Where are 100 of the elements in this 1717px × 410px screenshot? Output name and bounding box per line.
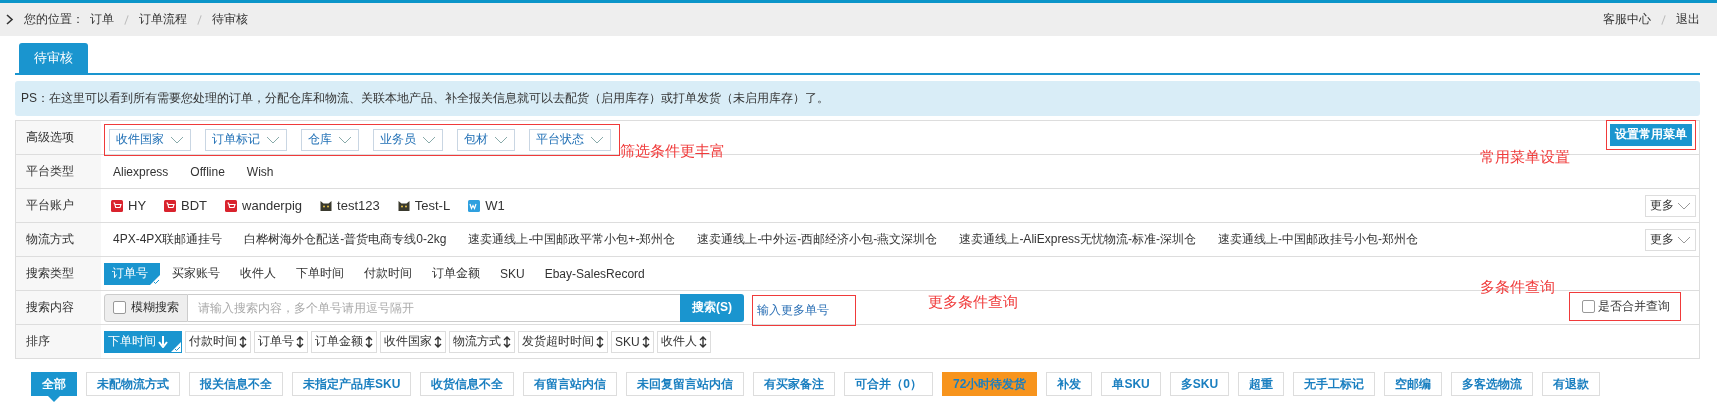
status-tab[interactable]: 补发 xyxy=(1046,372,1093,396)
top-link[interactable]: 退出 xyxy=(1676,11,1700,28)
account-option[interactable]: W1 xyxy=(461,198,512,213)
sort-option[interactable]: 收件国家 xyxy=(380,330,446,353)
check-corner-icon xyxy=(150,274,160,285)
row-label: 平台账户 xyxy=(16,189,101,222)
pointer-icon xyxy=(48,396,60,402)
more-numbers-link[interactable]: 输入更多单号 xyxy=(757,302,829,319)
sort-arrows-icon xyxy=(296,335,304,348)
search-type-option[interactable]: 下单时间 xyxy=(288,262,352,285)
search-type-option[interactable]: 买家账号 xyxy=(164,262,228,285)
arrow-down-icon xyxy=(158,335,168,348)
check-corner-icon xyxy=(171,341,181,352)
search-type-option[interactable]: 订单金额 xyxy=(424,262,488,285)
chevron-down-icon xyxy=(422,135,436,144)
sort-arrows-icon xyxy=(698,335,707,348)
platform-option[interactable]: Offline xyxy=(181,164,234,179)
account-option[interactable]: HY xyxy=(104,198,154,213)
sort-option[interactable]: 订单号 xyxy=(254,330,308,353)
account-option[interactable]: Test-L xyxy=(390,198,458,213)
filter-dropdown[interactable]: 业务员 xyxy=(373,128,443,151)
status-tab[interactable]: 空邮编 xyxy=(1384,372,1443,396)
sort-option[interactable]: 收件人 xyxy=(656,330,711,353)
sort-arrows-icon xyxy=(596,335,604,348)
cat-icon xyxy=(320,199,333,212)
shipping-option[interactable]: 速卖通线上-中国邮政挂号小包-郑州仓 xyxy=(1209,231,1428,248)
chevron-down-icon xyxy=(1677,235,1691,244)
filter-dropdown[interactable]: 平台状态 xyxy=(529,128,611,151)
status-tab[interactable]: 收货信息不全 xyxy=(420,372,515,396)
annotation-note: 常用菜单设置 xyxy=(1480,148,1570,167)
shipping-option[interactable]: 速卖通线上-AliExpress无忧物流-标准-深圳仓 xyxy=(950,231,1206,248)
annotation-note: 多条件查询 xyxy=(1480,278,1555,297)
sort-option[interactable]: 发货超时时间 xyxy=(518,330,608,353)
filter-dropdown[interactable]: 仓库 xyxy=(301,128,359,151)
filter-dropdown[interactable]: 收件国家 xyxy=(109,128,191,151)
status-tab[interactable]: 有买家备注 xyxy=(753,372,836,396)
search-type-option[interactable]: SKU xyxy=(492,262,533,285)
breadcrumb-label: 您的位置： xyxy=(24,11,84,28)
more-dropdown[interactable]: 更多 xyxy=(1645,228,1696,251)
shipping-option[interactable]: 速卖通线上-中国邮政平常小包+-郑州仓 xyxy=(459,231,685,248)
status-tab[interactable]: 多SKU xyxy=(1169,372,1230,396)
account-option[interactable]: BDT xyxy=(157,198,215,213)
sort-option[interactable]: 订单金额 xyxy=(311,330,377,353)
status-tab[interactable]: 超重 xyxy=(1238,372,1285,396)
chevron-down-icon xyxy=(494,135,508,144)
sort-arrows-icon xyxy=(434,335,442,348)
sort-option[interactable]: 付款时间 xyxy=(185,330,251,353)
shipping-option[interactable]: 4PX-4PX联邮通挂号 xyxy=(104,231,232,248)
status-tab[interactable]: 多客选物流 xyxy=(1451,372,1534,396)
annotation-note: 筛选条件更丰富 xyxy=(620,142,725,161)
info-notice: PS：在这里可以看到所有需要您处理的订单，分配仓库和物流、关联本地产品、补全报关信息就可以去配货（启用库存）或打单发货（未启用库存）了。 xyxy=(15,81,1700,116)
status-tab[interactable]: 未配物流方式 xyxy=(86,372,180,396)
account-option[interactable]: wanderpig xyxy=(218,198,310,213)
search-type-option[interactable]: 收件人 xyxy=(232,262,284,285)
breadcrumb-link[interactable]: 订单 xyxy=(90,11,114,28)
row-label: 平台类型 xyxy=(16,155,101,188)
status-tab[interactable]: 无手工标记 xyxy=(1293,372,1376,396)
platform-option[interactable]: Wish xyxy=(237,164,283,179)
status-tab[interactable]: 可合并（0） xyxy=(844,372,934,396)
row-label: 搜索类型 xyxy=(16,257,101,290)
merge-query-checkbox[interactable]: 是否合并查询 xyxy=(1582,298,1670,315)
search-type-option[interactable]: Ebay-SalesRecord xyxy=(536,262,653,285)
sort-arrows-icon xyxy=(239,335,247,348)
more-dropdown[interactable]: 更多 xyxy=(1645,194,1696,217)
sort-arrows-icon xyxy=(503,335,511,348)
annotation-note: 更多条件查询 xyxy=(928,293,1018,312)
filter-dropdown[interactable]: 订单标记 xyxy=(205,128,287,151)
row-label: 搜索内容 xyxy=(16,291,101,324)
breadcrumb-link[interactable]: 待审核 xyxy=(212,11,248,28)
status-tab[interactable]: 未指定产品库SKU xyxy=(292,372,412,396)
search-field[interactable]: 请输入搜索内容，多个单号请用逗号隔开 xyxy=(188,293,680,322)
sort-arrows-icon xyxy=(641,335,650,348)
filter-dropdown[interactable]: 包材 xyxy=(457,128,515,151)
platform-option[interactable]: Aliexpress xyxy=(104,164,178,179)
chevron-down-icon xyxy=(170,135,184,144)
sort-option[interactable]: SKU xyxy=(611,330,654,353)
store-icon xyxy=(468,199,481,212)
cart-icon xyxy=(111,199,123,212)
cart-icon xyxy=(164,199,177,212)
row-label: 高级选项 xyxy=(16,121,101,154)
fuzzy-search-checkbox[interactable]: 模糊搜索 xyxy=(104,293,188,322)
shipping-option[interactable]: 白桦树海外仓配送-普货电商专线0-2kg xyxy=(235,231,456,248)
sort-option[interactable]: 物流方式 xyxy=(449,330,515,353)
chevron-down-icon xyxy=(338,135,352,144)
status-tab[interactable]: 单SKU xyxy=(1101,372,1161,396)
chevron-down-icon xyxy=(590,135,604,144)
search-type-option[interactable]: 付款时间 xyxy=(356,262,420,285)
shipping-option[interactable]: 速卖通线上-中外运-西邮经济小包-燕文深圳仓 xyxy=(688,231,947,248)
account-option[interactable]: test123 xyxy=(313,198,387,213)
breadcrumb-link[interactable]: 订单流程 xyxy=(139,11,187,28)
chevron-down-icon xyxy=(266,135,280,144)
cat-icon xyxy=(397,199,410,212)
row-label: 物流方式 xyxy=(16,223,101,256)
top-link[interactable]: 客服中心 xyxy=(1603,11,1651,28)
chevron-down-icon xyxy=(1677,201,1691,210)
status-tab[interactable]: 报关信息不全 xyxy=(189,372,283,396)
status-tab[interactable]: 有退款 xyxy=(1542,372,1601,396)
status-tab[interactable]: 有留言站内信 xyxy=(523,372,618,396)
sort-arrows-icon xyxy=(365,335,373,348)
status-tab[interactable]: 未回复留言站内信 xyxy=(626,372,745,396)
